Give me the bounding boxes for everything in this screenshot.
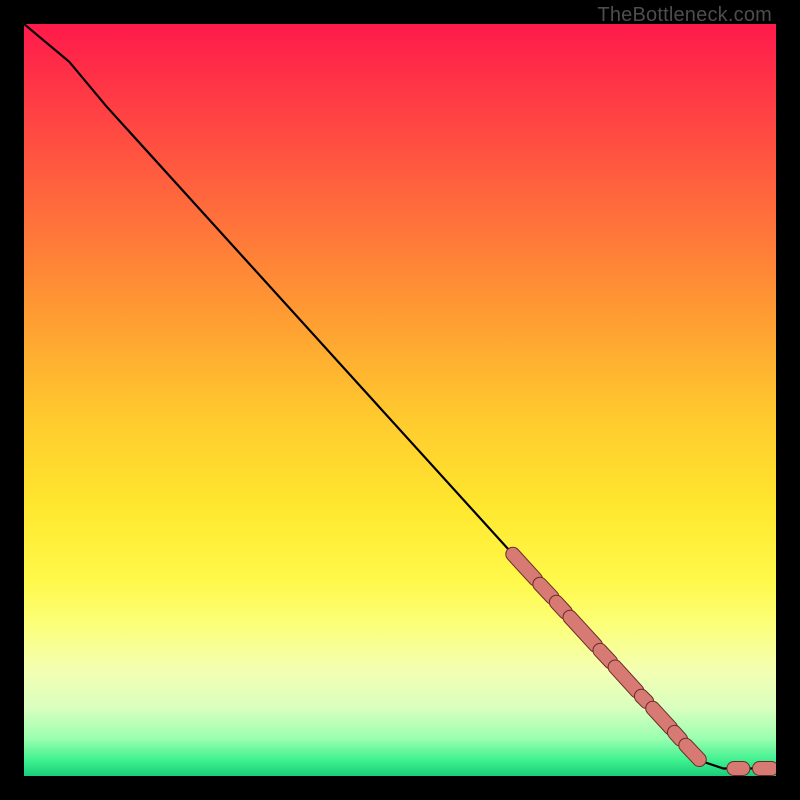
chart-marker-segment — [615, 667, 637, 691]
chart-frame — [24, 24, 776, 776]
chart-marker-group — [513, 554, 772, 768]
chart-marker-segment — [653, 708, 671, 728]
chart-marker-segment — [675, 732, 681, 739]
chart-marker-segment — [513, 554, 536, 579]
chart-marker-segment — [556, 602, 565, 612]
chart-marker-segment — [540, 584, 552, 597]
chart-overlay — [24, 24, 776, 776]
chart-marker-segment — [600, 650, 611, 661]
attribution-text: TheBottleneck.com — [597, 4, 772, 27]
chart-curve — [24, 24, 776, 769]
chart-marker-segment — [641, 696, 646, 701]
